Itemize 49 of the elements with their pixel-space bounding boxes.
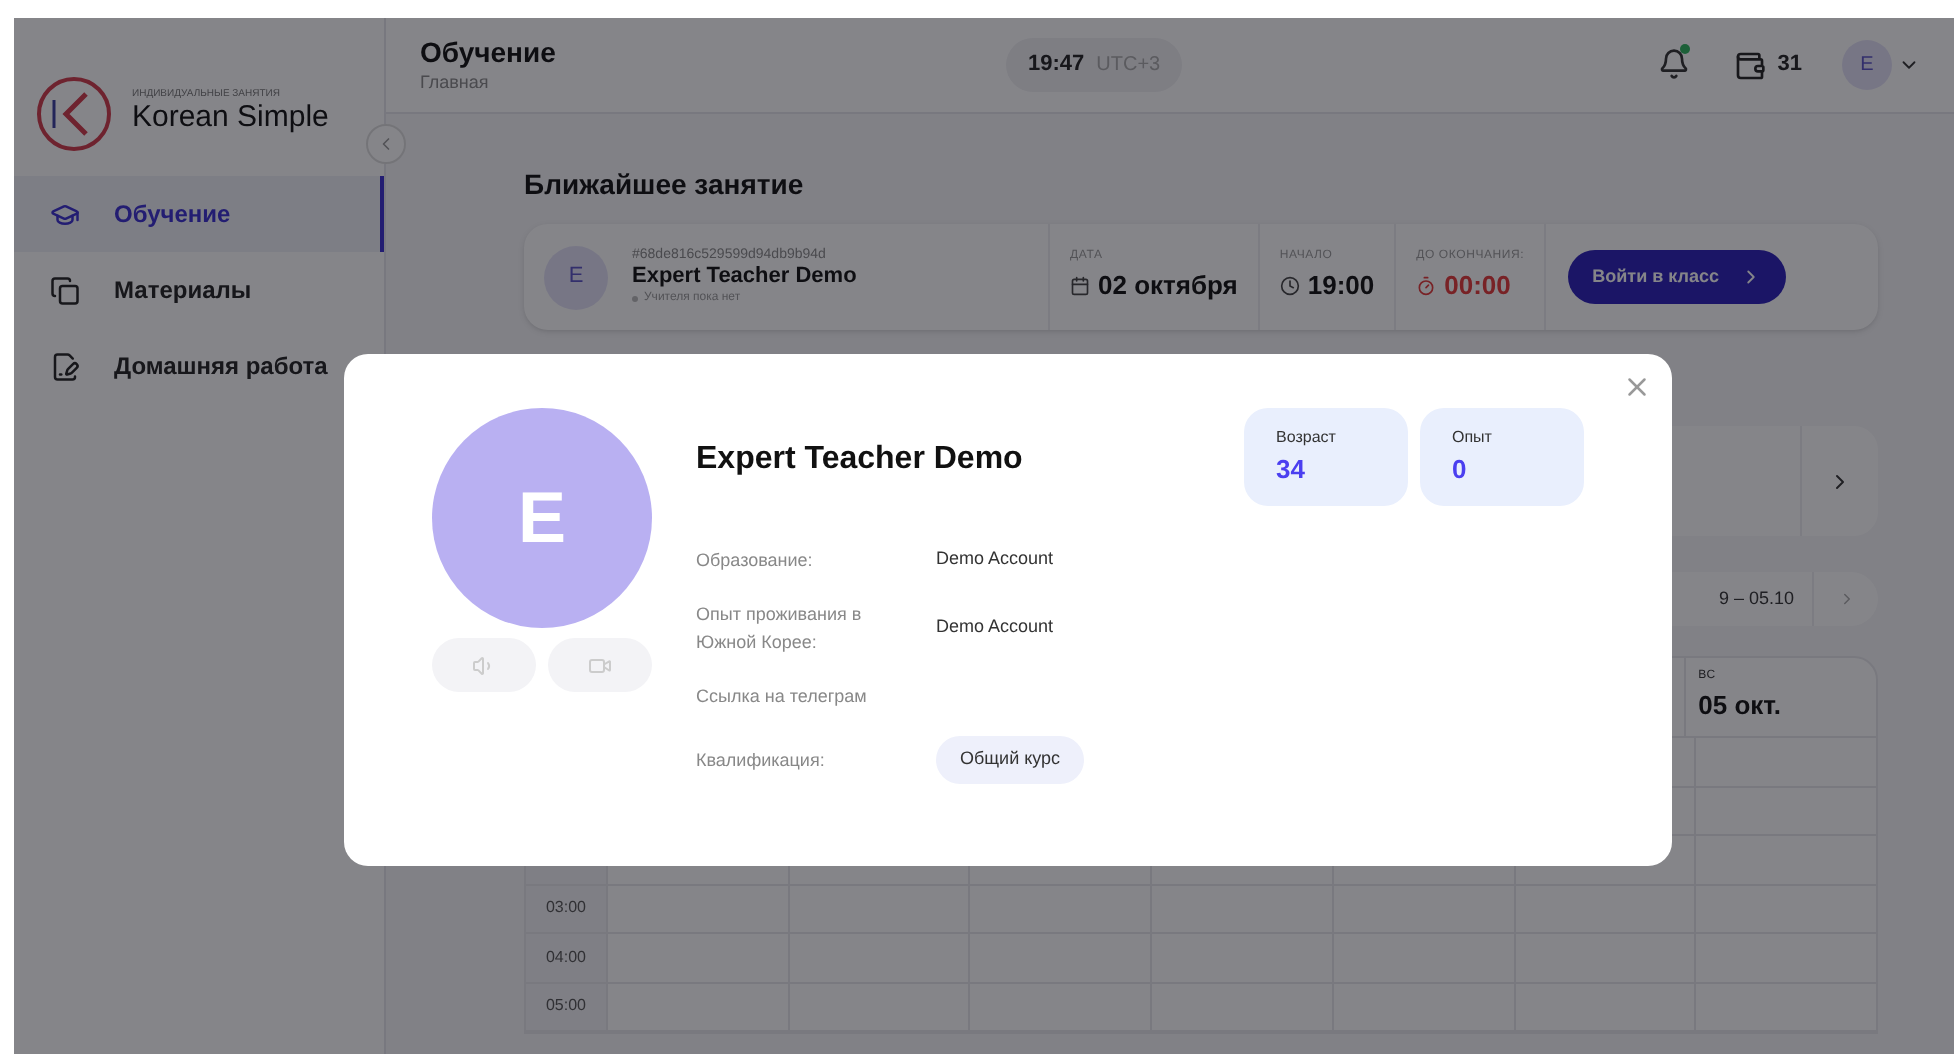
hour-label: 05:00: [545, 994, 587, 1019]
nav-item[interactable]: Материалы: [14, 252, 384, 328]
hour-label: 03:00: [545, 896, 587, 921]
field-value: 00:00: [1444, 268, 1511, 305]
field-value: 19:00: [1307, 268, 1375, 305]
section-heading: Ближайшее занятие: [524, 166, 806, 204]
wallet-icon[interactable]: [1733, 49, 1766, 81]
current-time: 19:47: [1028, 50, 1085, 81]
materials-icon: [50, 275, 80, 305]
join-class-button[interactable]: Войти в класс: [1568, 250, 1786, 304]
qualification-tag: Общий курс: [936, 736, 1085, 783]
study-icon: [50, 199, 80, 229]
collapse-button[interactable]: [366, 124, 406, 164]
notifications-button[interactable]: [1657, 47, 1694, 83]
info-label: Ссылка на телеграм: [696, 684, 869, 710]
bell-icon: [1657, 47, 1690, 79]
timer-icon: [1416, 276, 1437, 296]
teacher-avatar: E: [544, 245, 608, 309]
info-label: Опыт проживания в Южной Корее:: [696, 602, 864, 656]
speaker-icon: [472, 653, 496, 677]
teacher-name: Expert Teacher Demo: [632, 264, 857, 291]
week-range: 9 – 05.10: [1718, 585, 1796, 612]
stat-value: 0: [1452, 451, 1469, 488]
info-value: Demo Account: [936, 614, 1054, 641]
nav-item[interactable]: Обучение: [14, 176, 384, 252]
video-button[interactable]: [548, 638, 652, 692]
field-value: 02 октября: [1098, 268, 1238, 305]
info-label: Квалификация:: [696, 747, 827, 774]
info-label: Образование:: [696, 548, 815, 574]
logo-name: Korean Simple: [132, 100, 329, 138]
audio-button[interactable]: [432, 638, 536, 692]
breadcrumb: Главная: [420, 71, 491, 94]
page-title: Обучение: [420, 36, 558, 72]
user-avatar[interactable]: E: [1842, 40, 1892, 90]
teacher-avatar: E: [432, 408, 652, 628]
camera-icon: [588, 653, 612, 677]
nav-item[interactable]: Домашняя работа: [14, 328, 384, 404]
wallet-count: 31: [1777, 50, 1802, 81]
stat-value: 34: [1276, 451, 1307, 488]
teacher-name: Expert Teacher Demo: [696, 440, 1025, 480]
day-date: 05 окт.: [1698, 688, 1784, 725]
clock-icon: [1279, 276, 1300, 296]
calendar-icon: [1070, 276, 1090, 296]
logo-icon: [36, 75, 112, 151]
hour-label: 04:00: [545, 945, 587, 970]
homework-icon: [50, 351, 80, 381]
info-value: Demo Account: [936, 546, 1054, 573]
stat-label: Возраст: [1276, 425, 1338, 450]
stat-label: Опыт: [1452, 425, 1494, 450]
